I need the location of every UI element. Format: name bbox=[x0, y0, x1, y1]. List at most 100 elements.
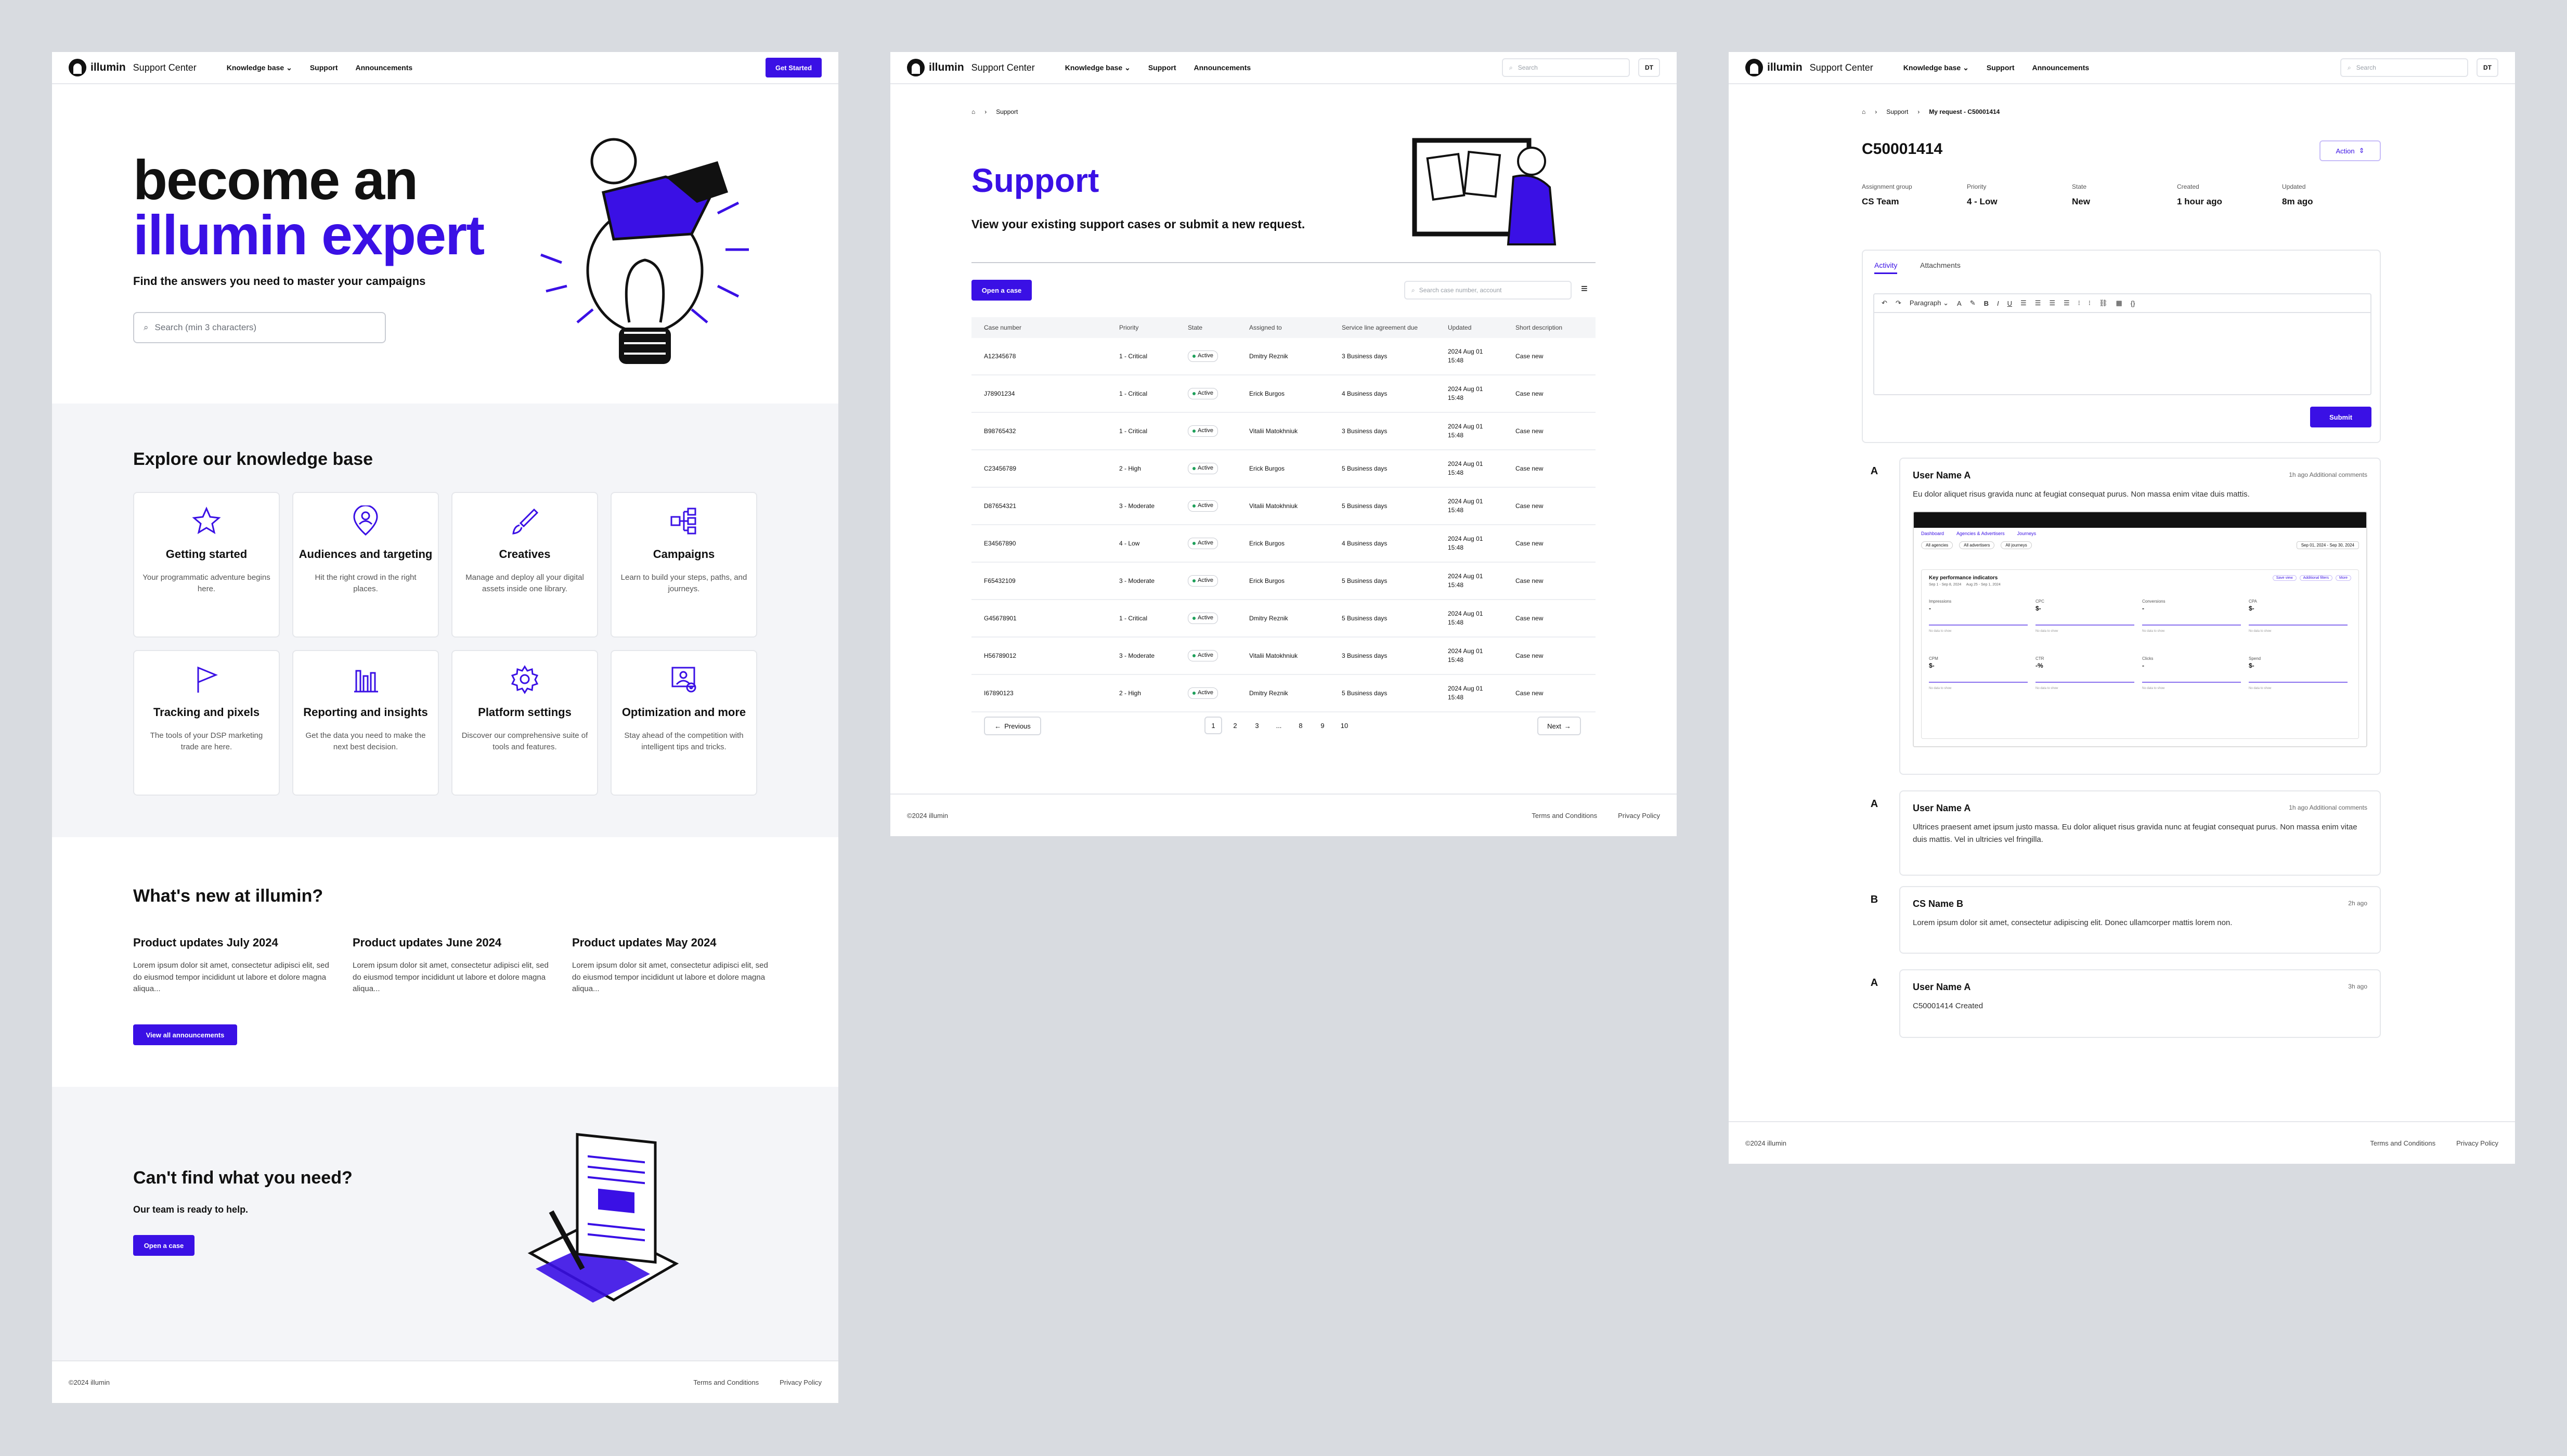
view-all-announcements-button[interactable]: View all announcements bbox=[133, 1024, 237, 1045]
align-right-icon[interactable]: ☰ bbox=[2049, 299, 2055, 307]
kb-card[interactable]: Getting started Your programmatic adventu… bbox=[133, 492, 280, 638]
avatar[interactable]: DT bbox=[2477, 58, 2498, 77]
table-cell: 3 Business days bbox=[1342, 427, 1388, 435]
paragraph-select[interactable]: Paragraph ⌄ bbox=[1910, 299, 1949, 307]
nav-announcements[interactable]: Announcements bbox=[1194, 63, 1251, 72]
nav-search-input[interactable]: ⌕ Search bbox=[1502, 58, 1630, 77]
news-title: Product updates June 2024 bbox=[353, 936, 502, 949]
get-started-button[interactable]: Get Started bbox=[766, 58, 822, 77]
breadcrumb-support[interactable]: Support bbox=[1886, 108, 1908, 115]
justify-icon[interactable]: ☰ bbox=[2064, 299, 2070, 307]
case-search-input[interactable]: ⌕ Search case number, account bbox=[1404, 281, 1572, 300]
table-row[interactable]: C23456789 2 - High Active Erick Burgos 5 Bus… bbox=[971, 450, 1596, 488]
column-header[interactable]: Service line agreement due bbox=[1329, 324, 1435, 331]
text-color-icon[interactable]: A bbox=[1957, 300, 1962, 307]
screenshot-compare: Sep 1 - Sep 8, 2024 Aug 25 - Sep 1, 2024 bbox=[1929, 583, 2001, 587]
page-number[interactable]: ... bbox=[1270, 717, 1288, 734]
highlight-icon[interactable]: ✎ bbox=[1970, 299, 1976, 307]
tab-activity[interactable]: Activity bbox=[1874, 261, 1898, 274]
numbered-list-icon[interactable]: ⁝ bbox=[2089, 299, 2091, 307]
align-left-icon[interactable]: ☰ bbox=[2020, 299, 2027, 307]
comment-time: 1h ago bbox=[2289, 804, 2308, 811]
attached-screenshot[interactable]: Dashboard Agencies & Advertisers Journeys A… bbox=[1913, 511, 2367, 747]
table-row[interactable]: A12345678 1 - Critical Active Dmitry Reznik… bbox=[971, 338, 1596, 375]
logo[interactable]: illumin bbox=[69, 59, 126, 76]
undo-icon[interactable]: ↶ bbox=[1882, 299, 1887, 307]
table-row[interactable]: G45678901 1 - Critical Active Dmitry Reznik… bbox=[971, 600, 1596, 638]
breadcrumb-support[interactable]: Support bbox=[996, 108, 1018, 115]
table-row[interactable]: E34567890 4 - Low Active Erick Burgos 4 Busi… bbox=[971, 525, 1596, 563]
column-header[interactable]: State bbox=[1175, 324, 1237, 331]
italic-icon[interactable]: I bbox=[1997, 300, 1999, 307]
terms-link[interactable]: Terms and Conditions bbox=[693, 1379, 759, 1386]
screenshot-chip: All journeys bbox=[2001, 541, 2032, 549]
privacy-link[interactable]: Privacy Policy bbox=[2456, 1139, 2498, 1147]
table-icon[interactable]: ▦ bbox=[2116, 299, 2122, 307]
kb-card[interactable]: Audiences and targeting Hit the right cro… bbox=[292, 492, 439, 638]
news-item[interactable]: Product updates June 2024 Lorem ipsum dol… bbox=[353, 936, 550, 995]
screenshot-tab: Journeys bbox=[2017, 531, 2037, 536]
table-row[interactable]: F65432109 3 - Moderate Active Erick Burgos 5… bbox=[971, 563, 1596, 600]
page-number[interactable]: 8 bbox=[1292, 717, 1310, 734]
bullet-list-icon[interactable]: ⁝ bbox=[2078, 299, 2080, 307]
table-row[interactable]: D87654321 3 - Moderate Active Vitalii Matok… bbox=[971, 488, 1596, 525]
kb-card[interactable]: Platform settings Discover our comprehens… bbox=[451, 650, 598, 796]
nav-announcements[interactable]: Announcements bbox=[356, 63, 413, 72]
privacy-link[interactable]: Privacy Policy bbox=[780, 1379, 822, 1386]
column-header[interactable]: Updated bbox=[1435, 324, 1503, 331]
submit-button[interactable]: Submit bbox=[2310, 407, 2371, 427]
hero-search-input[interactable]: ⌕ Search (min 3 characters) bbox=[133, 311, 386, 343]
previous-button[interactable]: ← Previous bbox=[984, 717, 1041, 735]
nav-search-input[interactable]: ⌕ Search bbox=[2340, 58, 2468, 77]
nav-support[interactable]: Support bbox=[1987, 63, 2015, 72]
open-case-button[interactable]: Open a case bbox=[133, 1235, 195, 1256]
terms-link[interactable]: Terms and Conditions bbox=[1532, 812, 1597, 820]
underline-icon[interactable]: U bbox=[2007, 300, 2012, 307]
nav-knowledge-base[interactable]: Knowledge base ⌄ bbox=[227, 63, 292, 72]
column-header[interactable]: Short description bbox=[1503, 324, 1596, 331]
filter-icon[interactable]: ≡ bbox=[1581, 282, 1588, 295]
table-row[interactable]: I67890123 2 - High Active Dmitry Reznik 5 Bu… bbox=[971, 675, 1596, 712]
terms-link[interactable]: Terms and Conditions bbox=[2370, 1139, 2435, 1147]
link-icon[interactable]: ⛓ bbox=[2099, 299, 2108, 307]
page-number[interactable]: 10 bbox=[1336, 717, 1353, 734]
action-button[interactable]: Action ⇕ bbox=[2319, 140, 2381, 161]
column-header[interactable]: Assigned to bbox=[1237, 324, 1329, 331]
kb-card[interactable]: Tracking and pixels The tools of your DSP… bbox=[133, 650, 280, 796]
column-header[interactable]: Priority bbox=[1107, 324, 1175, 331]
next-button[interactable]: Next → bbox=[1537, 717, 1581, 735]
page-number[interactable]: 9 bbox=[1314, 717, 1331, 734]
code-icon[interactable]: {} bbox=[2131, 300, 2135, 307]
nav-knowledge-base[interactable]: Knowledge base ⌄ bbox=[1903, 63, 1969, 72]
tab-attachments[interactable]: Attachments bbox=[1920, 261, 1961, 269]
open-case-button[interactable]: Open a case bbox=[971, 280, 1032, 301]
kb-card[interactable]: Campaigns Learn to build your steps, path… bbox=[611, 492, 757, 638]
privacy-link[interactable]: Privacy Policy bbox=[1618, 812, 1660, 820]
page-number[interactable]: 2 bbox=[1226, 717, 1244, 734]
page-number[interactable]: 3 bbox=[1248, 717, 1266, 734]
table-row[interactable]: B98765432 1 - Critical Active Vitalii Matok… bbox=[971, 413, 1596, 450]
bold-icon[interactable]: B bbox=[1984, 300, 1989, 307]
nav-support[interactable]: Support bbox=[1148, 63, 1176, 72]
home-icon[interactable]: ⌂ bbox=[971, 108, 975, 115]
logo[interactable]: illumin bbox=[1745, 59, 1803, 76]
align-center-icon[interactable]: ☰ bbox=[2035, 299, 2041, 307]
logo[interactable]: illumin bbox=[907, 59, 964, 76]
nav-knowledge-base[interactable]: Knowledge base ⌄ bbox=[1065, 63, 1131, 72]
news-item[interactable]: Product updates July 2024 Lorem ipsum dol… bbox=[133, 936, 331, 995]
table-row[interactable]: J78901234 1 - Critical Active Erick Burgos 4… bbox=[971, 375, 1596, 413]
home-icon[interactable]: ⌂ bbox=[1862, 108, 1865, 115]
avatar[interactable]: DT bbox=[1638, 58, 1660, 77]
nav-announcements[interactable]: Announcements bbox=[2032, 63, 2090, 72]
table-row[interactable]: H56789012 3 - Moderate Active Vitalii Matok… bbox=[971, 638, 1596, 675]
kb-card[interactable]: Optimization and more Stay ahead of the c… bbox=[611, 650, 757, 796]
comment-editor[interactable]: ↶ ↷ Paragraph ⌄ A ✎ B I U ☰ ☰ ☰ ☰ ⁝ ⁝ ⛓ ▦ {} bbox=[1873, 293, 2371, 395]
column-header[interactable]: Case number bbox=[971, 324, 1107, 331]
kb-card[interactable]: Creatives Manage and deploy all your digi… bbox=[451, 492, 598, 638]
news-item[interactable]: Product updates May 2024 Lorem ipsum dolo… bbox=[572, 936, 770, 995]
nav-support[interactable]: Support bbox=[310, 63, 338, 72]
redo-icon[interactable]: ↷ bbox=[1896, 299, 1901, 307]
kb-card[interactable]: Reporting and insights Get the data you n… bbox=[292, 650, 439, 796]
chevron-down-icon: ⌄ bbox=[286, 63, 292, 72]
page-number[interactable]: 1 bbox=[1204, 717, 1222, 734]
